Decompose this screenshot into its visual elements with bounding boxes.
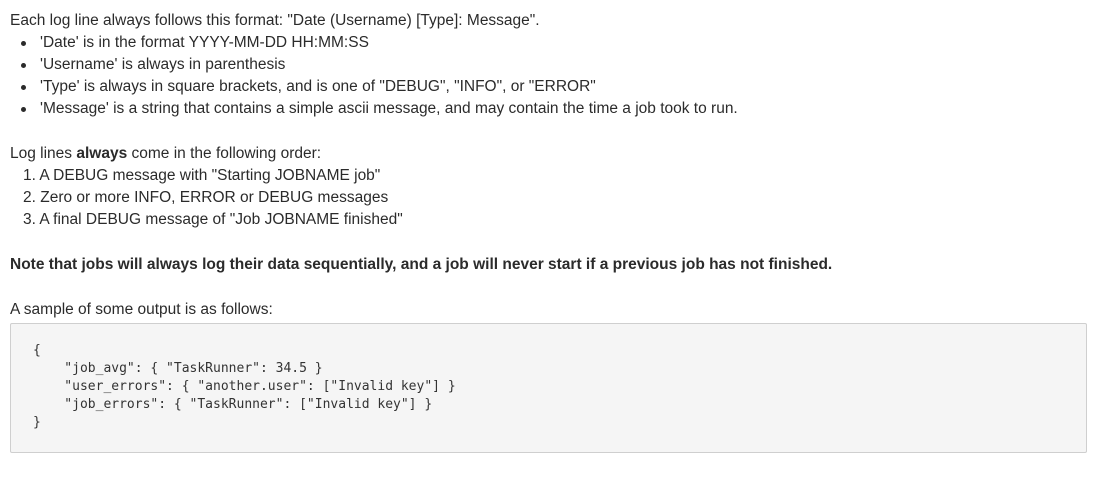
- bullet-icon: [21, 41, 26, 46]
- order-intro: Log lines always come in the following o…: [10, 145, 322, 162]
- code-line: }: [33, 415, 41, 430]
- bullet-icon: [21, 107, 26, 112]
- emphasis-always: always: [76, 145, 128, 162]
- sequential-note: Note that jobs will always log their dat…: [10, 256, 833, 273]
- list-item: 'Date' is in the format YYYY-MM-DD HH:MM…: [10, 32, 1090, 54]
- list-item: 3. A final DEBUG message of "Job JOBNAME…: [23, 211, 403, 228]
- order-list: 1. A DEBUG message with "Starting JOBNAM…: [10, 165, 1090, 231]
- format-rules-list: 'Date' is in the format YYYY-MM-DD HH:MM…: [10, 32, 1090, 120]
- list-item: 2. Zero or more INFO, ERROR or DEBUG mes…: [23, 189, 389, 206]
- bullet-icon: [21, 63, 26, 68]
- list-item: 'Message' is a string that contains a si…: [10, 98, 1090, 120]
- document-body: Each log line always follows this format…: [10, 10, 1090, 453]
- format-intro: Each log line always follows this format…: [10, 12, 540, 29]
- list-item: 'Type' is always in square brackets, and…: [10, 76, 1090, 98]
- sample-code-block: { "job_avg": { "TaskRunner": 34.5 } "use…: [10, 323, 1087, 453]
- code-line: {: [33, 343, 41, 358]
- bullet-icon: [21, 85, 26, 90]
- code-line: "job_errors": { "TaskRunner": ["Invalid …: [33, 397, 433, 412]
- code-line: "user_errors": { "another.user": ["Inval…: [33, 379, 456, 394]
- list-item: 1. A DEBUG message with "Starting JOBNAM…: [23, 167, 381, 184]
- code-line: "job_avg": { "TaskRunner": 34.5 }: [33, 361, 323, 376]
- list-item: 'Username' is always in parenthesis: [10, 54, 1090, 76]
- sample-intro: A sample of some output is as follows:: [10, 301, 273, 318]
